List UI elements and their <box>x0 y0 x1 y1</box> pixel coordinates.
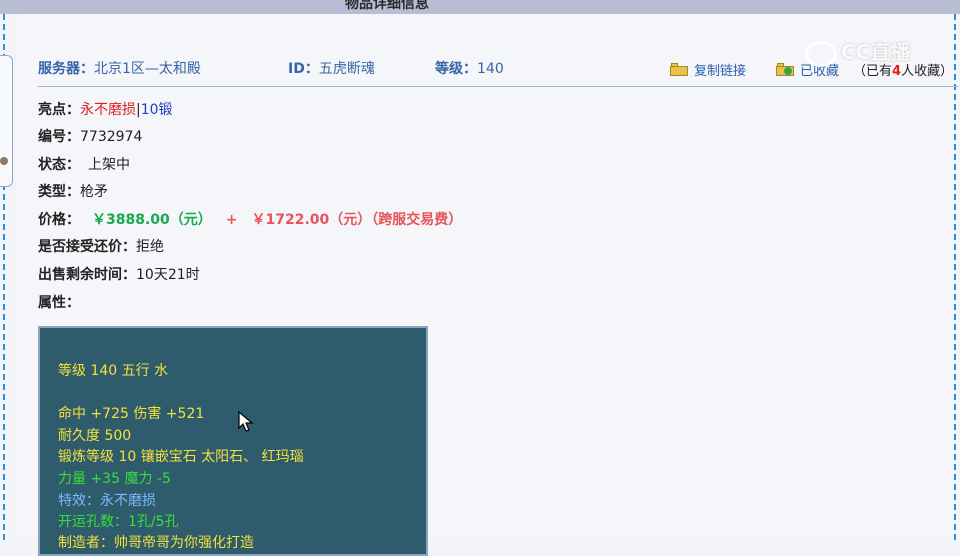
cc-logo-icon <box>805 40 837 67</box>
side-tab-handle[interactable] <box>0 55 13 187</box>
price-row: 价格： ￥3888.00（元） + ￥1722.00（元）（跨服交易费） <box>38 209 462 229</box>
attributes-label: 属性： <box>38 295 80 311</box>
highlight-value2: 10锻 <box>140 102 173 118</box>
counter-offer-label: 是否接受还价： <box>38 239 136 255</box>
id-label: ID： <box>288 61 319 77</box>
attributes-box: 等级 140 五行 水 命中 +725 伤害 +521 耐久度 500 锻炼等级… <box>38 326 428 556</box>
attr-durability: 耐久度 500 <box>58 428 132 444</box>
stream-watermark: CC直播 <box>805 36 910 67</box>
copy-link-button[interactable]: 复制链接 <box>670 60 746 79</box>
id-info: ID：五虎断魂 <box>288 58 375 78</box>
folder-plus-icon <box>776 63 794 76</box>
highlight-label: 亮点： <box>38 102 80 118</box>
price-main: ￥3888.00（元） <box>92 212 212 228</box>
price-plus: + <box>225 212 238 228</box>
counter-offer-row: 是否接受还价：拒绝 <box>38 236 164 256</box>
level-info: 等级：140 <box>435 58 504 78</box>
status-label: 状态： <box>38 157 80 173</box>
counter-offer-value: 拒绝 <box>136 239 164 255</box>
level-label: 等级： <box>435 61 477 77</box>
time-left-label: 出售剩余时间： <box>38 267 136 283</box>
side-handle-icon[interactable] <box>0 157 8 165</box>
time-left-row: 出售剩余时间：10天21时 <box>38 264 200 284</box>
window-title: 物品详细信息 <box>345 0 429 12</box>
status-value: 上架中 <box>88 157 130 173</box>
mouse-pointer-icon <box>238 411 254 432</box>
highlight-row: 亮点：永不磨损|10锻 <box>38 99 173 119</box>
attr-luck-slots: 开运孔数：1孔/5孔 <box>58 514 179 530</box>
number-value: 7732974 <box>80 129 143 145</box>
folder-arrow-icon <box>670 63 688 76</box>
attr-strength-magic: 力量 +35 魔力 -5 <box>58 471 171 487</box>
number-label: 编号： <box>38 129 80 145</box>
attributes-row: 属性： <box>38 292 80 312</box>
attr-maker: 制造者：帅哥帝哥为你强化打造 <box>58 535 254 551</box>
status-row: 状态： 上架中 <box>38 154 130 174</box>
attr-level-element: 等级 140 五行 水 <box>58 363 169 379</box>
price-label: 价格： <box>38 212 80 228</box>
attr-forge-gems: 锻炼等级 10 镶嵌宝石 太阳石、 红玛瑙 <box>58 449 304 465</box>
time-left-value: 10天21时 <box>136 267 200 283</box>
server-label: 服务器： <box>38 61 94 77</box>
id-value: 五虎断魂 <box>318 61 375 77</box>
server-value: 北京1区—太和殿 <box>94 61 201 77</box>
number-row: 编号：7732974 <box>38 126 142 146</box>
type-value: 枪矛 <box>80 184 108 200</box>
attr-special-effect: 特效：永不磨损 <box>58 493 156 509</box>
copy-link-label: 复制链接 <box>694 64 747 79</box>
right-selection-border <box>954 14 956 540</box>
highlight-value: 永不磨损 <box>80 102 136 118</box>
type-label: 类型： <box>38 184 80 200</box>
title-bar: 物品详细信息 <box>0 0 960 14</box>
server-info: 服务器：北京1区—太和殿 <box>38 58 201 78</box>
type-row: 类型：枪矛 <box>38 181 108 201</box>
attr-hit-damage: 命中 +725 伤害 +521 <box>58 406 205 422</box>
level-value: 140 <box>477 61 504 77</box>
header-divider <box>38 86 958 87</box>
price-fee: ￥1722.00（元）（跨服交易费） <box>251 212 463 228</box>
